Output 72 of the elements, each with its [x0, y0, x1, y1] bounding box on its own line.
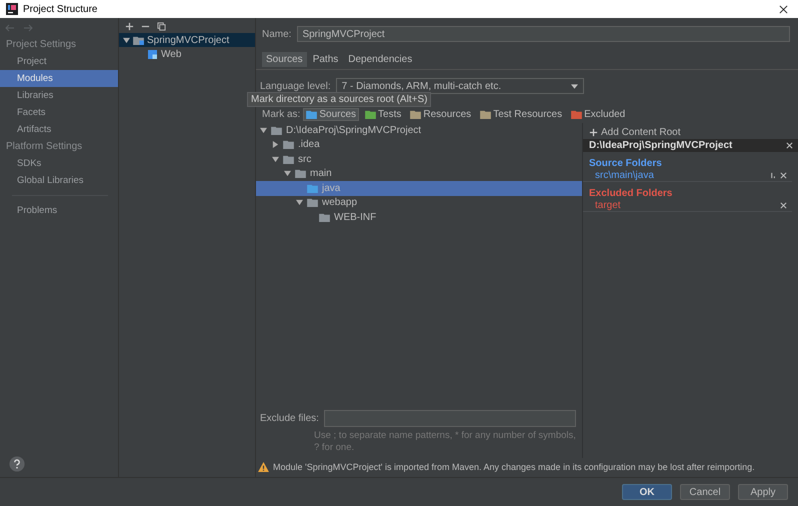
add-icon[interactable] [125, 22, 134, 31]
dialog-button[interactable]: Cancel [680, 484, 730, 500]
module-tree-item[interactable]: Web [119, 47, 255, 61]
add-icon [589, 128, 598, 137]
dialog-button[interactable]: Apply [738, 484, 788, 500]
module-folder-icon [133, 36, 144, 44]
folder-icon [295, 169, 306, 178]
dialog-button[interactable]: OK [622, 484, 672, 500]
folder-icon [319, 212, 330, 222]
dropdown-arrow-icon [570, 84, 578, 88]
folder-icon [307, 184, 318, 193]
close-icon[interactable] [779, 4, 788, 14]
folder-icon [410, 110, 422, 119]
sidebar-item[interactable]: Problems [0, 202, 118, 219]
name-label: Name: [262, 28, 292, 40]
folder-group-heading: Source Folders [588, 157, 663, 170]
sidebar-item[interactable]: Global Libraries [0, 172, 118, 189]
expand-triangle-icon[interactable] [296, 199, 303, 206]
folder-tree-item[interactable]: src [256, 152, 582, 166]
section-heading: Platform Settings [5, 140, 84, 154]
sidebar-item[interactable]: Libraries [0, 87, 118, 104]
expand-triangle-icon[interactable] [123, 36, 130, 44]
close-icon[interactable] [786, 142, 793, 149]
sidebar-item[interactable]: SDKs [0, 155, 118, 172]
language-level-dropdown[interactable]: 7 - Diamonds, ARM, multi-catch etc. [336, 78, 584, 94]
folder-icon [283, 154, 294, 164]
folder-icon [283, 140, 294, 150]
mark-as-button[interactable]: Excluded [568, 108, 628, 121]
folder-icon [306, 110, 318, 119]
help-icon[interactable] [9, 456, 25, 472]
folder-icon [271, 126, 282, 135]
mark-as-label: Mark as: [262, 109, 300, 120]
properties-icon[interactable] [770, 172, 777, 179]
folder-tree-item[interactable]: main [256, 166, 582, 181]
window-title: Project Structure [23, 4, 98, 14]
folder-tree-item[interactable]: .idea [256, 138, 582, 152]
copy-icon[interactable] [157, 22, 166, 31]
exclude-files-label: Exclude files: [260, 413, 319, 424]
exclude-files-field[interactable] [324, 410, 576, 427]
tooltip: Mark directory as a sources root (Alt+S) [247, 92, 432, 107]
mark-as-button[interactable]: Resources [407, 108, 474, 121]
app-icon [6, 3, 18, 15]
sidebar-item[interactable]: Artifacts [0, 121, 118, 138]
warning-icon [258, 462, 269, 472]
section-heading: Project Settings [5, 38, 78, 52]
sidebar-item[interactable]: Facets [0, 104, 118, 121]
add-content-root-button[interactable]: Add Content Root [583, 126, 686, 139]
sidebar-item[interactable]: Modules [0, 70, 118, 87]
folder-path: target [595, 200, 621, 211]
sidebar-item[interactable]: Project [0, 53, 118, 70]
folder-icon [307, 198, 318, 208]
web-module-icon [147, 50, 158, 58]
name-field[interactable]: SpringMVCProject [297, 26, 790, 42]
folder-icon [480, 110, 492, 119]
folder-group-heading: Excluded Folders [588, 187, 674, 200]
module-tree-item[interactable]: SpringMVCProject [119, 33, 255, 47]
folder-tree-item[interactable]: webapp [256, 196, 582, 210]
folder-path: src\main\java [595, 170, 654, 181]
mark-as-button[interactable]: Test Resources [477, 108, 566, 121]
mark-as-button[interactable]: Sources [303, 108, 360, 121]
warning-text: Module 'SpringMVCProject' is imported from Maven. Any changes made in its configuration may be lost after reimporting. [273, 462, 755, 472]
content-root-path: D:\IdeaProj\SpringMVCProject [589, 140, 732, 151]
tab[interactable]: Sources [262, 52, 307, 67]
mark-as-button[interactable]: Tests [362, 108, 404, 121]
folder-tree-item[interactable]: WEB-INF [256, 210, 582, 224]
language-level-label: Language level: [260, 80, 331, 92]
folder-icon [365, 110, 376, 119]
hint-text: Use ; to separate name patterns, * for any number of symbols, ? for one. [313, 429, 577, 455]
folder-icon [571, 110, 582, 119]
tab[interactable]: Paths [308, 52, 342, 67]
folder-tree-item[interactable]: D:\IdeaProj\SpringMVCProject [256, 123, 582, 138]
tab[interactable]: Dependencies [344, 52, 416, 67]
